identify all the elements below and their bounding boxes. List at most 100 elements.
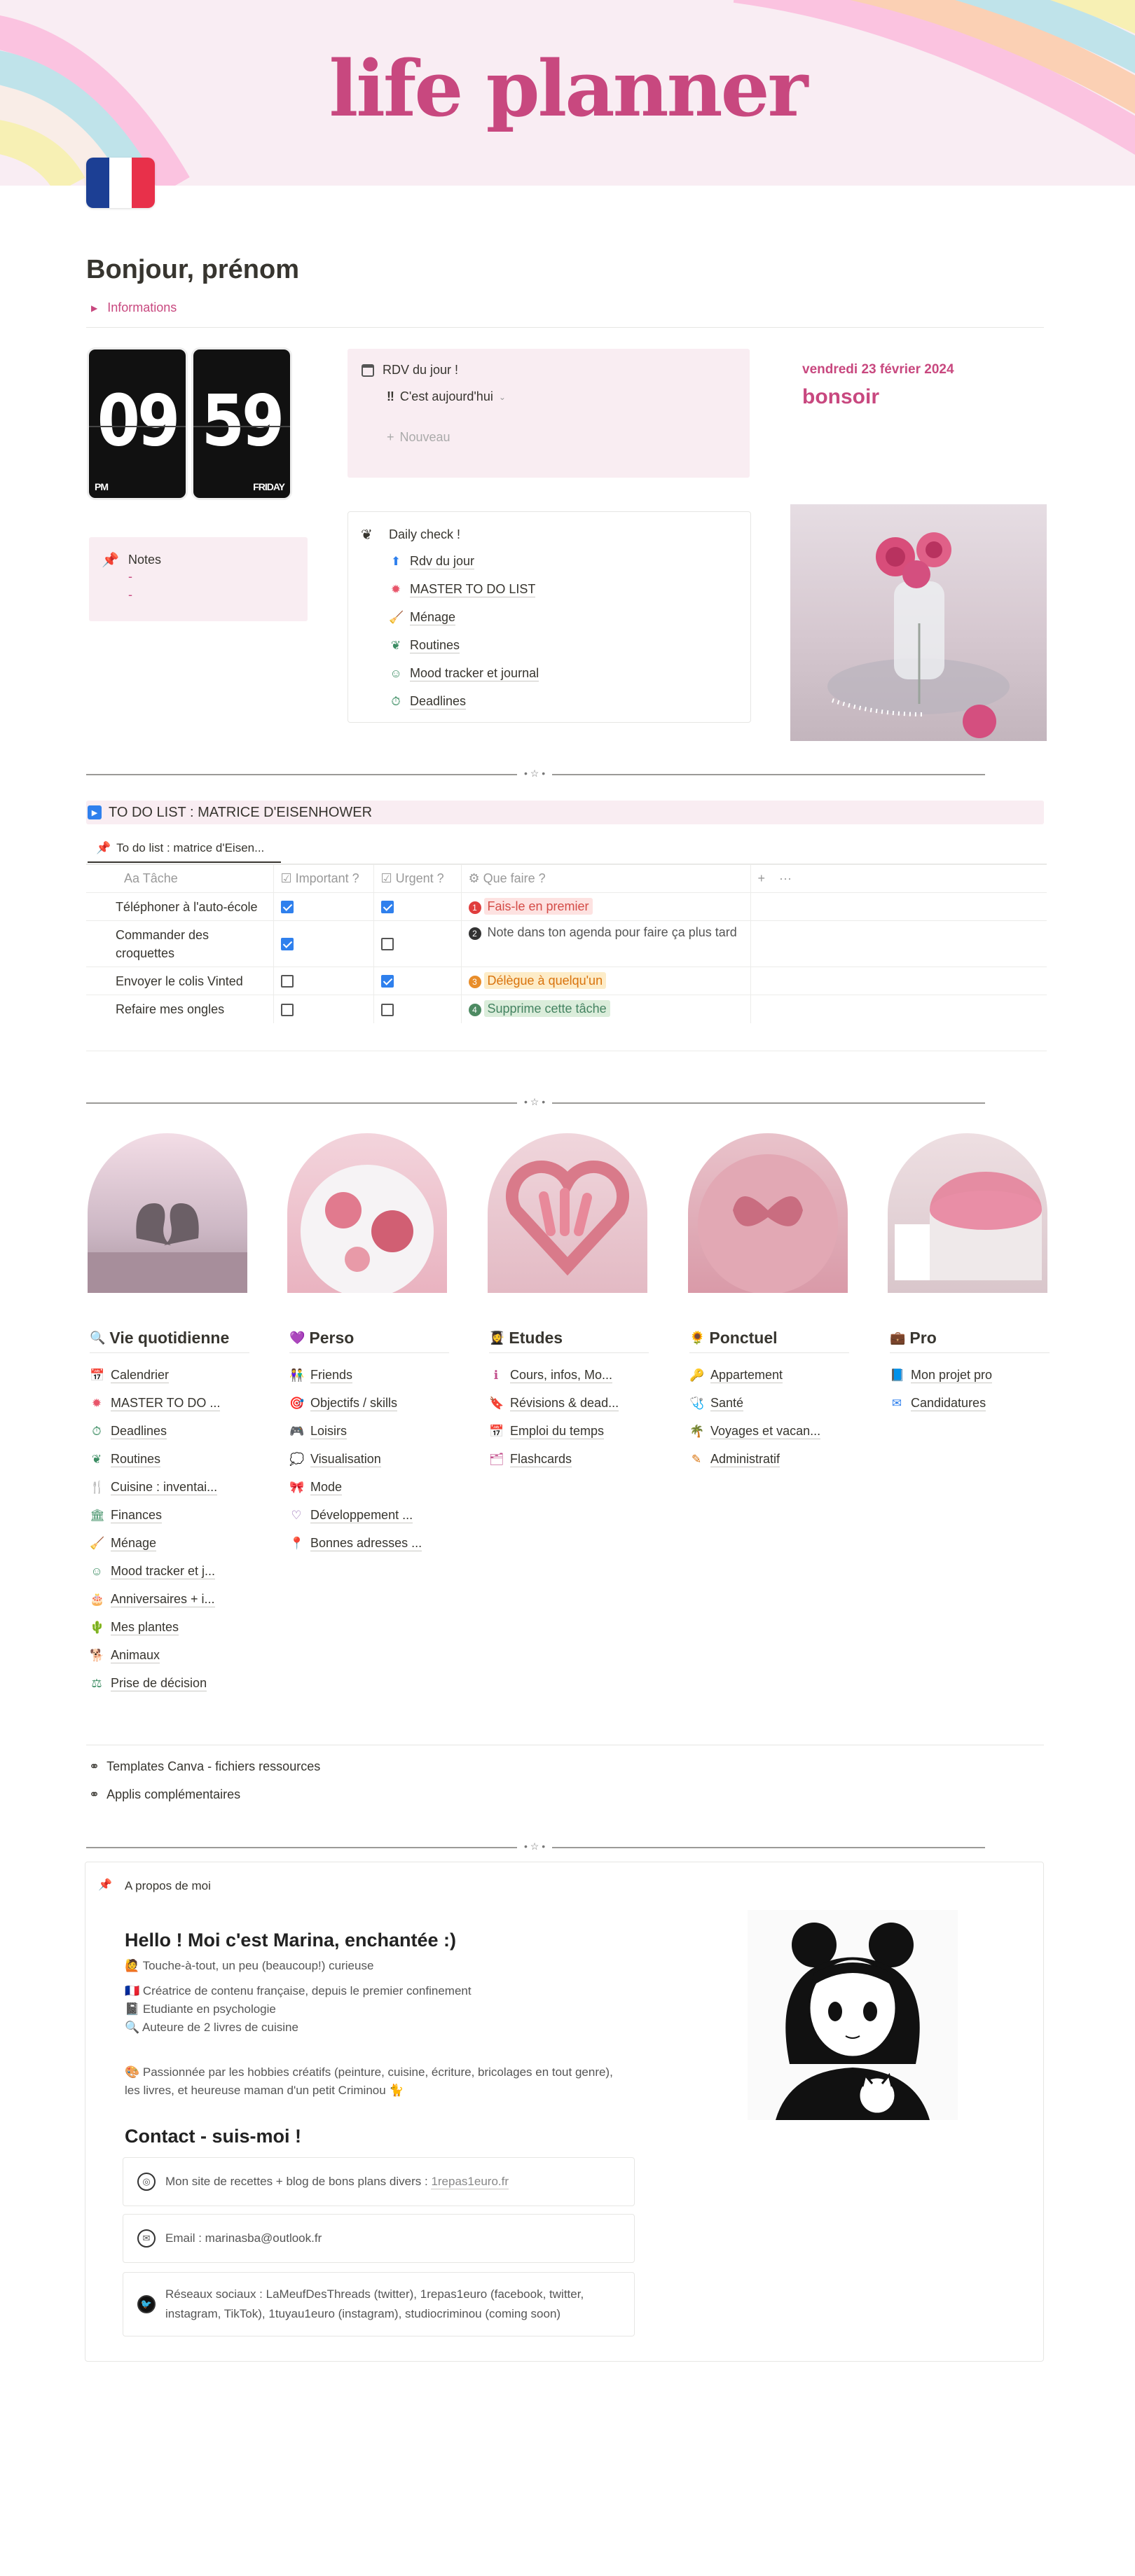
column-header-action[interactable]: ⚙ Que faire ? — [461, 864, 751, 893]
category-link[interactable]: 🗂 Flashcards — [489, 1446, 649, 1474]
butterfly-image — [688, 1133, 848, 1293]
todo-view-tab[interactable]: 📌 To do list : matrice d'Eisen... — [88, 835, 281, 863]
task-cell[interactable]: Téléphoner à l'auto-école — [86, 892, 274, 921]
social-line: Réseaux sociaux : LaMeufDesThreads (twit… — [165, 2287, 584, 2301]
column-header-important[interactable]: ☑ Important ? — [273, 864, 374, 893]
important-cell[interactable] — [273, 920, 374, 967]
category-link[interactable]: 📅 Calendrier — [90, 1362, 249, 1390]
category-link[interactable]: ⚖ Prise de décision — [90, 1670, 249, 1698]
daily-check-item[interactable]: 🧹 Ménage — [389, 604, 456, 631]
important-cell[interactable] — [273, 967, 374, 995]
contact-title: Contact - suis-moi ! — [125, 2126, 302, 2147]
daily-check-item[interactable]: ❦ Routines — [389, 632, 460, 659]
apps-link[interactable]: ⚭ Applis complémentaires — [89, 1787, 240, 1802]
action-cell: 3 Délègue à quelqu'un — [461, 967, 751, 995]
category-link[interactable]: 🔖 Révisions & dead... — [489, 1390, 649, 1418]
daily-check-item[interactable]: ✹ MASTER TO DO LIST — [389, 576, 536, 603]
action-text: Note dans ton agenda pour faire ça plus … — [487, 925, 737, 939]
task-cell[interactable]: Refaire mes ongles — [86, 995, 274, 1023]
checkbox[interactable] — [280, 1003, 294, 1016]
checkbox[interactable] — [280, 901, 294, 914]
category-link[interactable]: 📍 Bonnes adresses ... — [289, 1530, 449, 1558]
table-row[interactable]: Refaire mes ongles 4 Supprime cette tâche — [86, 995, 1047, 1023]
category-link[interactable]: ♡ Développement ... — [289, 1502, 449, 1530]
category-link[interactable]: 🎮 Loisirs — [289, 1418, 449, 1446]
link-icon: ⚭ — [89, 1787, 100, 1801]
category-title: 👩‍🎓 Etudes — [489, 1329, 649, 1353]
category-link-label: Visualisation — [310, 1452, 381, 1467]
category-link-label: Bonnes adresses ... — [310, 1536, 422, 1551]
urgent-cell[interactable] — [373, 967, 462, 995]
briefcase-icon: 💼 — [890, 1331, 906, 1345]
category-link[interactable]: 🌴 Voyages et vacan... — [689, 1418, 849, 1446]
canva-templates-link[interactable]: ⚭ Templates Canva - fichiers ressources — [89, 1759, 320, 1774]
category-link[interactable]: 🍴 Cuisine : inventai... — [90, 1474, 249, 1502]
category-link[interactable]: 🎯 Objectifs / skills — [289, 1390, 449, 1418]
email-text[interactable]: Email : marinasba@outlook.fr — [165, 2231, 322, 2245]
informations-toggle[interactable]: ▶ Informations — [91, 300, 177, 315]
star-ornament-icon: • ☆ • — [517, 1096, 553, 1108]
category-link-label: Emploi du temps — [510, 1424, 605, 1439]
action-cell: 1 Fais-le en premier — [461, 892, 751, 921]
category-link[interactable]: 🔑 Appartement — [689, 1362, 849, 1390]
category-link[interactable]: 🎀 Mode — [289, 1474, 449, 1502]
checkbox[interactable] — [380, 975, 394, 988]
table-row[interactable]: Commander des croquettes 2 Note dans ton a… — [86, 920, 1047, 967]
notes-title: Notes — [128, 553, 162, 567]
add-column-button[interactable]: + ··· — [750, 864, 1047, 893]
category-link-label: Cours, infos, Mo... — [510, 1368, 613, 1383]
category-link[interactable]: 📘 Mon projet pro — [890, 1362, 1050, 1390]
urgent-cell[interactable] — [373, 995, 462, 1023]
category-link[interactable]: 👫 Friends — [289, 1362, 449, 1390]
number-circle-icon: 3 — [468, 976, 481, 988]
action-text: Supprime cette tâche — [483, 1000, 610, 1018]
urgent-cell[interactable] — [373, 920, 462, 967]
category-link[interactable]: ⏱ Deadlines — [90, 1418, 249, 1446]
category-link-label: MASTER TO DO ... — [111, 1396, 221, 1411]
category-link[interactable]: 🌵 Mes plantes — [90, 1614, 249, 1642]
category-link[interactable]: ☺ Mood tracker et j... — [90, 1558, 249, 1586]
category-link[interactable]: ✉ Candidatures — [890, 1390, 1050, 1418]
daily-check-callout: ❦ Daily check ! ⬆ Rdv du jour ✹ MASTER TO D… — [348, 511, 751, 723]
action-cell: 2 Note dans ton agenda pour faire ça plus… — [461, 920, 751, 967]
new-rdv-button[interactable]: + Nouveau — [387, 430, 450, 445]
task-cell[interactable]: Envoyer le colis Vinted — [86, 967, 274, 995]
category-link[interactable]: 🧹 Ménage — [90, 1530, 249, 1558]
checkbox[interactable] — [380, 901, 394, 914]
pin-icon: 📌 — [98, 1879, 112, 1891]
checkbox[interactable] — [280, 938, 294, 951]
category-link[interactable]: 🏛 Finances — [90, 1502, 249, 1530]
checkbox[interactable] — [380, 1003, 394, 1016]
category-link[interactable]: 🐕 Animaux — [90, 1642, 249, 1670]
calendar-icon: 📅 — [489, 1425, 504, 1438]
category-link[interactable]: 🩺 Santé — [689, 1390, 849, 1418]
category-link[interactable]: 💭 Visualisation — [289, 1446, 449, 1474]
urgent-cell[interactable] — [373, 892, 462, 921]
important-cell[interactable] — [273, 995, 374, 1023]
checkbox[interactable] — [380, 938, 394, 951]
site-link[interactable]: 1repas1euro.fr — [431, 2175, 509, 2189]
important-cell[interactable] — [273, 892, 374, 921]
category-link[interactable]: ❦ Routines — [90, 1446, 249, 1474]
daily-check-item[interactable]: ⬆ Rdv du jour — [389, 548, 475, 575]
key-icon: 🔑 — [689, 1369, 705, 1382]
category-link[interactable]: 📅 Emploi du temps — [489, 1418, 649, 1446]
category-link-label: Finances — [111, 1508, 163, 1523]
table-row[interactable]: Téléphoner à l'auto-école 1 Fais-le en pre… — [86, 892, 1047, 921]
category-link[interactable]: ✎ Administratif — [689, 1446, 849, 1474]
daily-check-label: Ménage — [410, 610, 456, 625]
column-header-task[interactable]: Aa Tâche — [86, 864, 274, 893]
category-link[interactable]: ✹ MASTER TO DO ... — [90, 1390, 249, 1418]
website-contact: ◎ Mon site de recettes + blog de bons pl… — [123, 2157, 635, 2206]
daily-check-item[interactable]: ☺ Mood tracker et journal — [389, 660, 539, 687]
daily-check-label: Mood tracker et journal — [410, 666, 539, 681]
table-row[interactable]: Envoyer le colis Vinted 3 Délègue à quelqu… — [86, 967, 1047, 995]
task-cell[interactable]: Commander des croquettes — [86, 920, 274, 967]
france-flag-icon[interactable] — [86, 158, 155, 208]
rdv-view-selector[interactable]: ‼ C'est aujourd'hui ⌄ — [387, 389, 506, 404]
daily-check-item[interactable]: ⏱ Deadlines — [389, 688, 467, 715]
checkbox[interactable] — [280, 975, 294, 988]
category-link[interactable]: ℹ Cours, infos, Mo... — [489, 1362, 649, 1390]
category-link[interactable]: 🎂 Anniversaires + i... — [90, 1586, 249, 1614]
column-header-urgent[interactable]: ☑ Urgent ? — [373, 864, 462, 893]
